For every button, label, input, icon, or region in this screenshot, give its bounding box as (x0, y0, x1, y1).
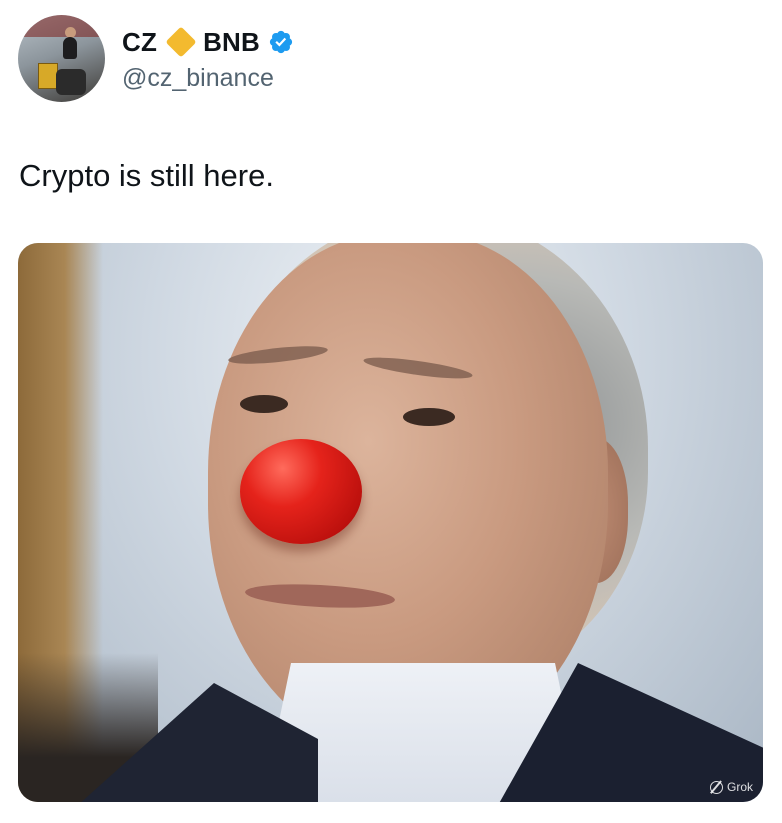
image-left-eye (240, 395, 288, 413)
grok-watermark: Grok (709, 780, 753, 794)
tweet-text: Crypto is still here. (19, 158, 274, 193)
avatar-background (18, 15, 105, 37)
grok-logo-icon (709, 780, 723, 794)
avatar-person (63, 37, 77, 59)
image-right-eye (403, 408, 455, 426)
author-name-row[interactable]: CZ BNB (122, 26, 294, 58)
bnb-diamond-icon (165, 26, 197, 58)
grok-watermark-label: Grok (726, 780, 753, 794)
author-handle[interactable]: @cz_binance (122, 64, 274, 93)
author-name-last[interactable]: BNB (203, 27, 260, 58)
avatar-sign (38, 63, 58, 89)
author-name-first[interactable]: CZ (122, 27, 157, 58)
tweet-image[interactable]: Grok (18, 243, 763, 802)
clown-nose (240, 439, 362, 544)
avatar-scooter (56, 69, 86, 95)
verified-badge-icon (269, 30, 293, 54)
author-avatar[interactable] (18, 15, 105, 102)
